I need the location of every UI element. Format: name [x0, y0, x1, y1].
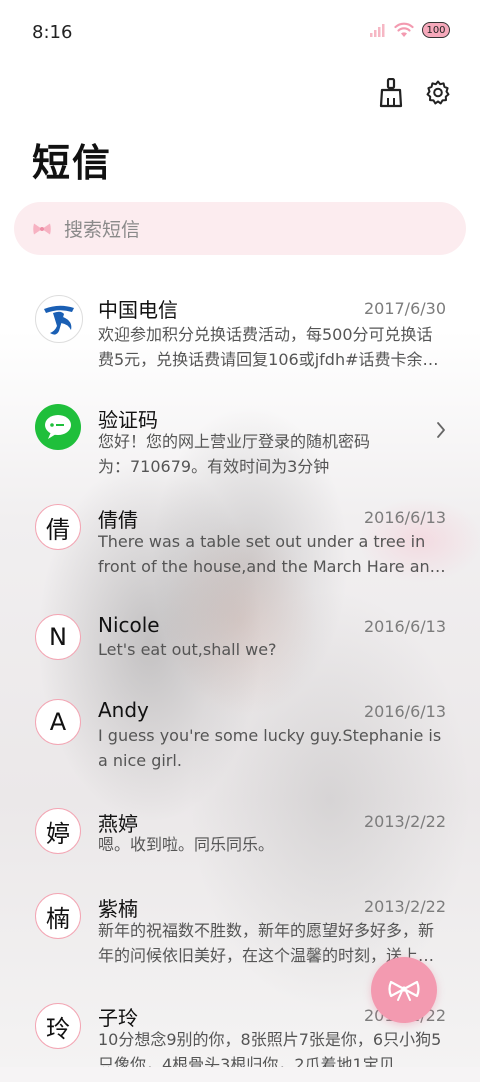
chevron-right-icon [437, 422, 445, 438]
settings-button[interactable] [424, 76, 452, 110]
conversation-item[interactable]: 婷 燕婷 2013/2/22 嗯。收到啦。同乐同乐。 [0, 807, 480, 887]
telecom-logo-icon [38, 298, 80, 340]
conversation-item[interactable]: 验证码 您好！您的网上营业厅登录的随机密码为：710679。有效时间为3分钟 [0, 392, 480, 492]
message-bubble-icon [45, 415, 71, 439]
conversation-name: 中国电信 [98, 298, 178, 322]
conversation-date: 2013/2/22 [363, 812, 446, 831]
wifi-icon [394, 22, 414, 37]
conversation-date: 2016/6/13 [363, 508, 446, 527]
conversation-name: Nicole [98, 613, 160, 637]
conversation-date: 2017/6/30 [363, 299, 446, 318]
message-bubble-avatar [35, 404, 81, 450]
conversation-preview: There was a table set out under a tree i… [98, 532, 440, 576]
telecom-logo-avatar [35, 295, 83, 343]
clean-button[interactable] [378, 76, 406, 110]
conversation-date: 2016/6/13 [363, 617, 446, 636]
conversation-item[interactable]: N Nicole 2016/6/13 Let's eat out,shall w… [0, 613, 480, 693]
conversation-preview: Let's eat out,shall we? [98, 640, 277, 659]
search-placeholder: 搜索短信 [64, 219, 141, 241]
gear-icon [426, 80, 450, 105]
conversation-item[interactable]: 中国电信 2017/6/30 欢迎参加积分兑换话费活动，每500分可兑换话费5元… [0, 282, 480, 382]
page-title: 短信 [32, 141, 113, 185]
conversation-name: Andy [98, 698, 149, 722]
battery-icon: 100 [422, 22, 450, 38]
conversation-preview: 您好！您的网上营业厅登录的随机密码为：710679。有效时间为3分钟 [98, 432, 371, 476]
signal-icon [370, 24, 385, 37]
avatar: 倩 [35, 504, 81, 550]
top-toolbar [378, 76, 452, 110]
avatar: N [35, 614, 81, 660]
bow-icon [388, 980, 420, 1001]
status-icons: 100 [370, 22, 450, 38]
search-bar[interactable]: 搜索短信 [14, 202, 466, 255]
conversation-preview: 10分想念9别的你，8张照片7张是你，6只小狗5只像你，4根骨头3根归你，2爪着… [98, 1030, 442, 1067]
conversation-item[interactable]: A Andy 2016/6/13 I guess you're some luc… [0, 698, 480, 798]
bow-icon [33, 223, 51, 234]
conversation-date: 2016/6/13 [363, 702, 446, 721]
status-bar: 8:16 100 [0, 0, 480, 66]
compose-button[interactable] [371, 957, 437, 1023]
avatar: 玲 [35, 1003, 81, 1049]
conversation-preview: 欢迎参加积分兑换话费活动，每500分可兑换话费5元，兑换话费请回复106或jfd… [98, 325, 439, 369]
battery-level: 100 [426, 24, 446, 36]
conversation-date: 2013/2/22 [363, 897, 446, 916]
conversation-preview: 嗯。收到啦。同乐同乐。 [98, 835, 275, 854]
status-time: 8:16 [32, 22, 73, 43]
avatar: 婷 [35, 808, 81, 854]
avatar: 楠 [35, 893, 81, 939]
avatar: A [35, 699, 81, 745]
conversation-preview: I guess you're some lucky guy.Stephanie … [98, 726, 442, 770]
conversation-item[interactable]: 倩 倩倩 2016/6/13 There was a table set out… [0, 502, 480, 602]
broom-icon [379, 78, 403, 108]
